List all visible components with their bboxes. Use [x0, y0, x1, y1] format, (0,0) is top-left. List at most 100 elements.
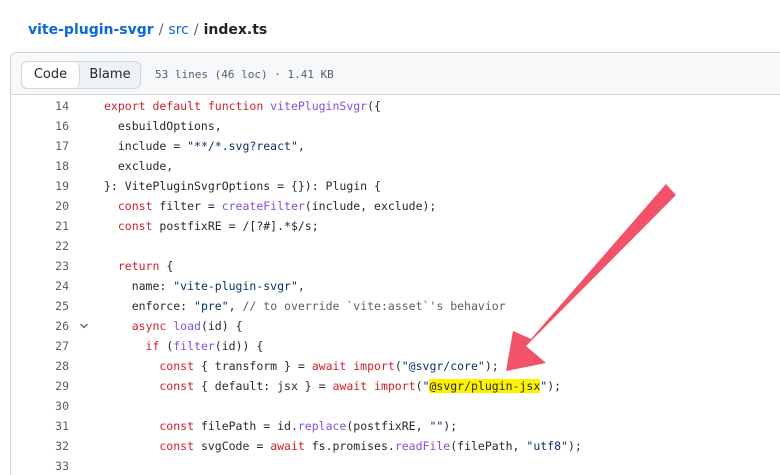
code-text: include = "**/*.svg?react",	[104, 136, 305, 156]
code-line: 26 async load(id) {	[11, 316, 780, 336]
line-number[interactable]: 16	[11, 116, 69, 136]
code-token: (filePath,	[450, 439, 527, 453]
code-line: 22	[11, 236, 780, 256]
breadcrumb-repo-link[interactable]: vite-plugin-svgr	[28, 19, 154, 41]
view-mode-toggle: Code Blame	[21, 61, 141, 89]
code-token: name:	[104, 279, 174, 293]
line-number[interactable]: 30	[11, 396, 69, 416]
code-line: 32 const svgCode = await fs.promises.rea…	[11, 436, 780, 456]
code-text: exclude,	[104, 156, 173, 176]
code-text: const { transform } = await import("@svg…	[104, 356, 498, 376]
code-token: if	[104, 339, 167, 353]
code-token: ""	[429, 419, 444, 433]
code-token: load	[173, 319, 201, 333]
breadcrumb-separator: /	[193, 22, 199, 38]
file-viewer: Code Blame 53 lines (46 loc) · 1.41 KB 1…	[10, 52, 780, 475]
file-header: Code Blame 53 lines (46 loc) · 1.41 KB	[11, 53, 780, 95]
code-token: export default function	[104, 99, 271, 113]
code-text: esbuildOptions,	[104, 116, 222, 136]
code-token: await import	[332, 379, 416, 393]
line-number[interactable]: 29	[11, 376, 69, 396]
code-text: const filePath = id.replace(postfixRE, "…	[104, 416, 457, 436]
line-number[interactable]: 18	[11, 156, 69, 176]
line-number[interactable]: 26	[11, 316, 69, 336]
line-number[interactable]: 21	[11, 216, 69, 236]
code-token: filter =	[159, 199, 222, 213]
code-token: const	[104, 219, 160, 233]
code-view: 14 export default function vitePluginSvgr…	[11, 96, 780, 475]
code-token: { default: jsx } =	[200, 379, 333, 393]
breadcrumb-dir-link[interactable]: src	[168, 19, 188, 41]
code-line: 14 export default function vitePluginSvgr…	[11, 96, 780, 116]
line-number[interactable]: 14	[11, 96, 69, 116]
code-token: );	[443, 419, 458, 433]
code-text: export default function vitePluginSvgr({	[104, 96, 381, 116]
code-token: fs.promises.	[311, 439, 395, 453]
code-token: await	[270, 439, 312, 453]
code-token: { transform } =	[200, 359, 312, 373]
code-token: svgCode =	[200, 439, 271, 453]
code-line: 16 esbuildOptions,	[11, 116, 780, 136]
code-token: ,	[228, 299, 243, 313]
code-token: "@svgr/core"	[401, 359, 485, 373]
code-line: 17 include = "**/*.svg?react",	[11, 136, 780, 156]
line-number[interactable]: 25	[11, 296, 69, 316]
code-text: const postfixRE = /[?#].*$/s;	[104, 216, 319, 236]
code-text: name: "vite-plugin-svgr",	[104, 276, 305, 296]
line-number[interactable]: 22	[11, 236, 69, 256]
code-token: async	[104, 319, 174, 333]
code-token: const	[104, 419, 201, 433]
line-number[interactable]: 24	[11, 276, 69, 296]
line-number[interactable]: 33	[11, 456, 69, 475]
code-token: );	[567, 439, 582, 453]
code-token: createFilter	[221, 199, 305, 213]
code-token: exclude,	[104, 159, 174, 173]
code-token: (	[415, 379, 423, 393]
code-text: return {	[104, 256, 173, 276]
file-meta-info: 53 lines (46 loc) · 1.41 KB	[155, 68, 334, 81]
code-token: const	[104, 439, 201, 453]
line-number[interactable]: 19	[11, 176, 69, 196]
code-token: return	[104, 259, 167, 273]
breadcrumb-separator: /	[158, 22, 164, 38]
code-token: (postfixRE,	[346, 419, 430, 433]
code-tab-button[interactable]: Code	[22, 62, 80, 88]
code-text: if (filter(id)) {	[104, 336, 264, 356]
code-token: const	[104, 359, 201, 373]
code-token: "utf8"	[526, 439, 568, 453]
code-token: readFile	[394, 439, 451, 453]
line-number[interactable]: 28	[11, 356, 69, 376]
breadcrumb-current-file: index.ts	[203, 22, 268, 38]
code-text: const filter = createFilter(include, exc…	[104, 196, 437, 216]
chevron-down-icon[interactable]	[79, 316, 89, 336]
blame-tab-button[interactable]: Blame	[80, 62, 140, 88]
code-token: );	[547, 379, 562, 393]
code-token: ,	[297, 139, 305, 153]
code-token: include =	[104, 139, 188, 153]
code-token: postfixRE = /[?#].*$/s;	[159, 219, 319, 233]
code-token: vitePluginSvgr	[270, 99, 368, 113]
code-text: }: VitePluginSvgrOptions = {}): Plugin {	[104, 176, 381, 196]
code-token: replace	[297, 419, 347, 433]
line-number[interactable]: 32	[11, 436, 69, 456]
code-token: filePath = id.	[200, 419, 298, 433]
line-number[interactable]: 27	[11, 336, 69, 356]
breadcrumb: vite-plugin-svgr / src / index.ts	[28, 19, 267, 41]
code-token: filter	[173, 339, 215, 353]
code-token: // to override `vite:asset`'s behavior	[242, 299, 506, 313]
code-text: enforce: "pre", // to override `vite:ass…	[104, 296, 506, 316]
line-number[interactable]: 17	[11, 136, 69, 156]
code-token: (id)) {	[214, 339, 264, 353]
code-token: (include, exclude);	[304, 199, 437, 213]
line-number[interactable]: 23	[11, 256, 69, 276]
code-token: ,	[297, 279, 305, 293]
line-number[interactable]: 20	[11, 196, 69, 216]
code-line: 20 const filter = createFilter(include, …	[11, 196, 780, 216]
code-line: 24 name: "vite-plugin-svgr",	[11, 276, 780, 296]
code-line: 19 }: VitePluginSvgrOptions = {}): Plugin…	[11, 176, 780, 196]
code-text: async load(id) {	[104, 316, 243, 336]
code-line: 18 exclude,	[11, 156, 780, 176]
code-line: 31 const filePath = id.replace(postfixRE…	[11, 416, 780, 436]
line-number[interactable]: 31	[11, 416, 69, 436]
code-line: 33	[11, 456, 780, 475]
